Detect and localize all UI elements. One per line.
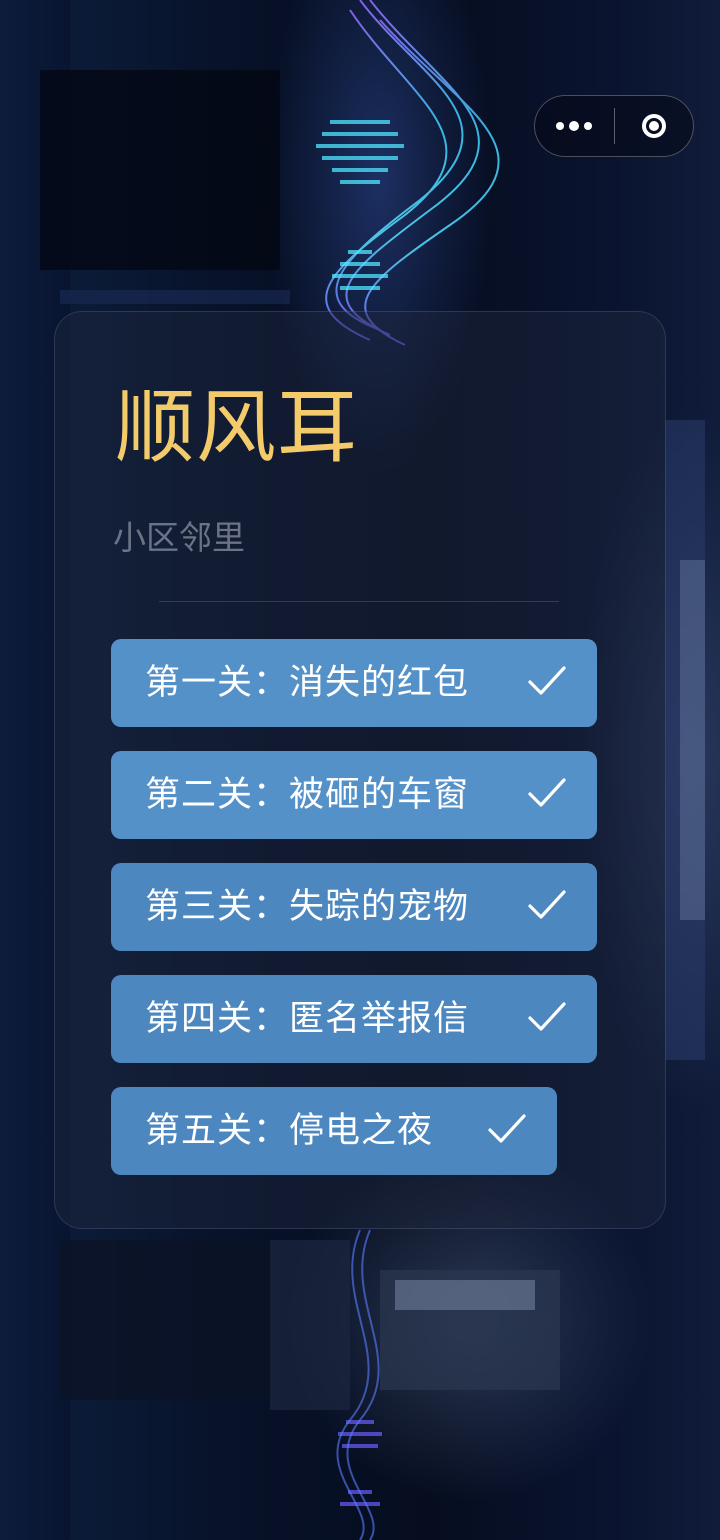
level-button-4[interactable]: 第四关：匿名举报信 bbox=[111, 975, 597, 1063]
more-dots-icon-center bbox=[569, 121, 580, 131]
level-label: 第二关：被砸的车窗 bbox=[145, 775, 470, 815]
level-label: 第一关：消失的红包 bbox=[145, 663, 470, 703]
check-icon bbox=[528, 666, 566, 695]
check-icon bbox=[528, 778, 566, 807]
more-dots-icon bbox=[556, 122, 565, 130]
more-dots-icon-end bbox=[584, 122, 593, 130]
more-button[interactable] bbox=[535, 96, 614, 156]
level-label: 第三关：失踪的宠物 bbox=[145, 887, 470, 927]
level-button-2[interactable]: 第二关：被砸的车窗 bbox=[111, 751, 597, 839]
app-title: 顺风耳 bbox=[115, 381, 358, 474]
level-button-3[interactable]: 第三关：失踪的宠物 bbox=[111, 863, 597, 951]
menu-capsule bbox=[534, 95, 694, 157]
close-button[interactable] bbox=[615, 96, 694, 156]
level-label: 第四关：匿名举报信 bbox=[145, 999, 470, 1039]
level-button-1[interactable]: 第一关：消失的红包 bbox=[111, 639, 597, 727]
check-icon bbox=[488, 1114, 526, 1143]
level-button-5[interactable]: 第五关：停电之夜 bbox=[111, 1087, 557, 1175]
level-card: 顺风耳 小区邻里 第一关：消失的红包 第二关：被砸的车窗 第三关：失踪的宠物 第… bbox=[54, 311, 666, 1229]
target-circle-icon bbox=[641, 114, 666, 138]
check-icon bbox=[528, 1002, 566, 1031]
level-list: 第一关：消失的红包 第二关：被砸的车窗 第三关：失踪的宠物 第四关：匿名举报信 bbox=[111, 639, 597, 1199]
screen: 顺风耳 小区邻里 第一关：消失的红包 第二关：被砸的车窗 第三关：失踪的宠物 第… bbox=[0, 0, 720, 1540]
divider bbox=[159, 601, 559, 602]
chapter-subtitle: 小区邻里 bbox=[113, 518, 245, 557]
level-label: 第五关：停电之夜 bbox=[145, 1111, 434, 1151]
check-icon bbox=[528, 890, 566, 919]
